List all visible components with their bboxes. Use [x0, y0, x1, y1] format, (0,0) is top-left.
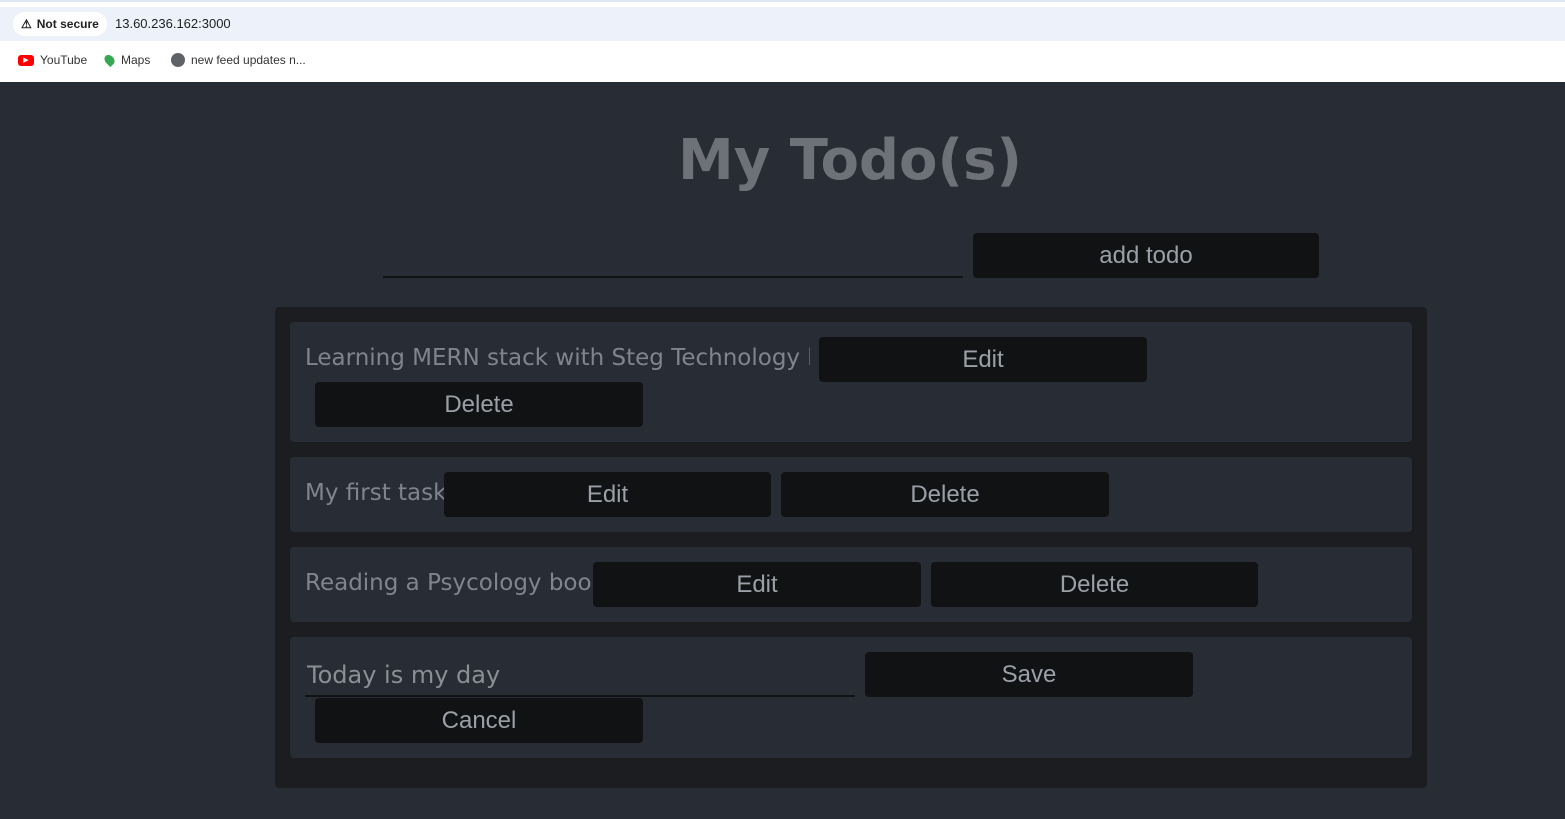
save-button[interactable]: Save: [865, 652, 1193, 697]
bookmark-news[interactable]: new feed updates n...: [171, 53, 306, 67]
delete-button[interactable]: Delete: [781, 472, 1109, 517]
youtube-icon: ▶: [18, 54, 34, 66]
edit-button[interactable]: Edit: [593, 562, 921, 607]
tab-strip: [0, 0, 1565, 2]
security-chip[interactable]: ⚠ Not secure: [13, 12, 107, 36]
warning-icon: ⚠: [21, 17, 32, 31]
maps-icon: [102, 52, 117, 68]
globe-icon: [171, 53, 185, 67]
browser-chrome: ⚠ Not secure 13.60.236.162:3000 ▶ YouTube …: [0, 0, 1565, 82]
new-todo-input[interactable]: [383, 236, 963, 278]
page-title: My Todo(s): [677, 128, 1023, 193]
bookmark-label: new feed updates n...: [191, 53, 306, 67]
edit-todo-input[interactable]: [305, 655, 855, 697]
bookmark-youtube[interactable]: ▶ YouTube: [18, 53, 87, 67]
address-bar[interactable]: [0, 7, 1565, 41]
todo-text: Reading a Psycology book: [305, 570, 605, 596]
bookmark-maps[interactable]: Maps: [102, 52, 151, 68]
security-label: Not secure: [36, 17, 99, 31]
edit-button[interactable]: Edit: [444, 472, 771, 517]
todo-text: My first task: [305, 480, 447, 506]
url-text[interactable]: 13.60.236.162:3000: [115, 16, 231, 31]
delete-button[interactable]: Delete: [315, 382, 643, 427]
bookmark-label: YouTube: [40, 53, 88, 67]
delete-button[interactable]: Delete: [931, 562, 1258, 607]
edit-button[interactable]: Edit: [819, 337, 1147, 382]
add-todo-button[interactable]: add todo: [973, 233, 1319, 278]
bookmark-label: Maps: [121, 53, 151, 67]
todo-text: Learning MERN stack with Steg Technology…: [305, 345, 810, 371]
cancel-button[interactable]: Cancel: [315, 698, 643, 743]
